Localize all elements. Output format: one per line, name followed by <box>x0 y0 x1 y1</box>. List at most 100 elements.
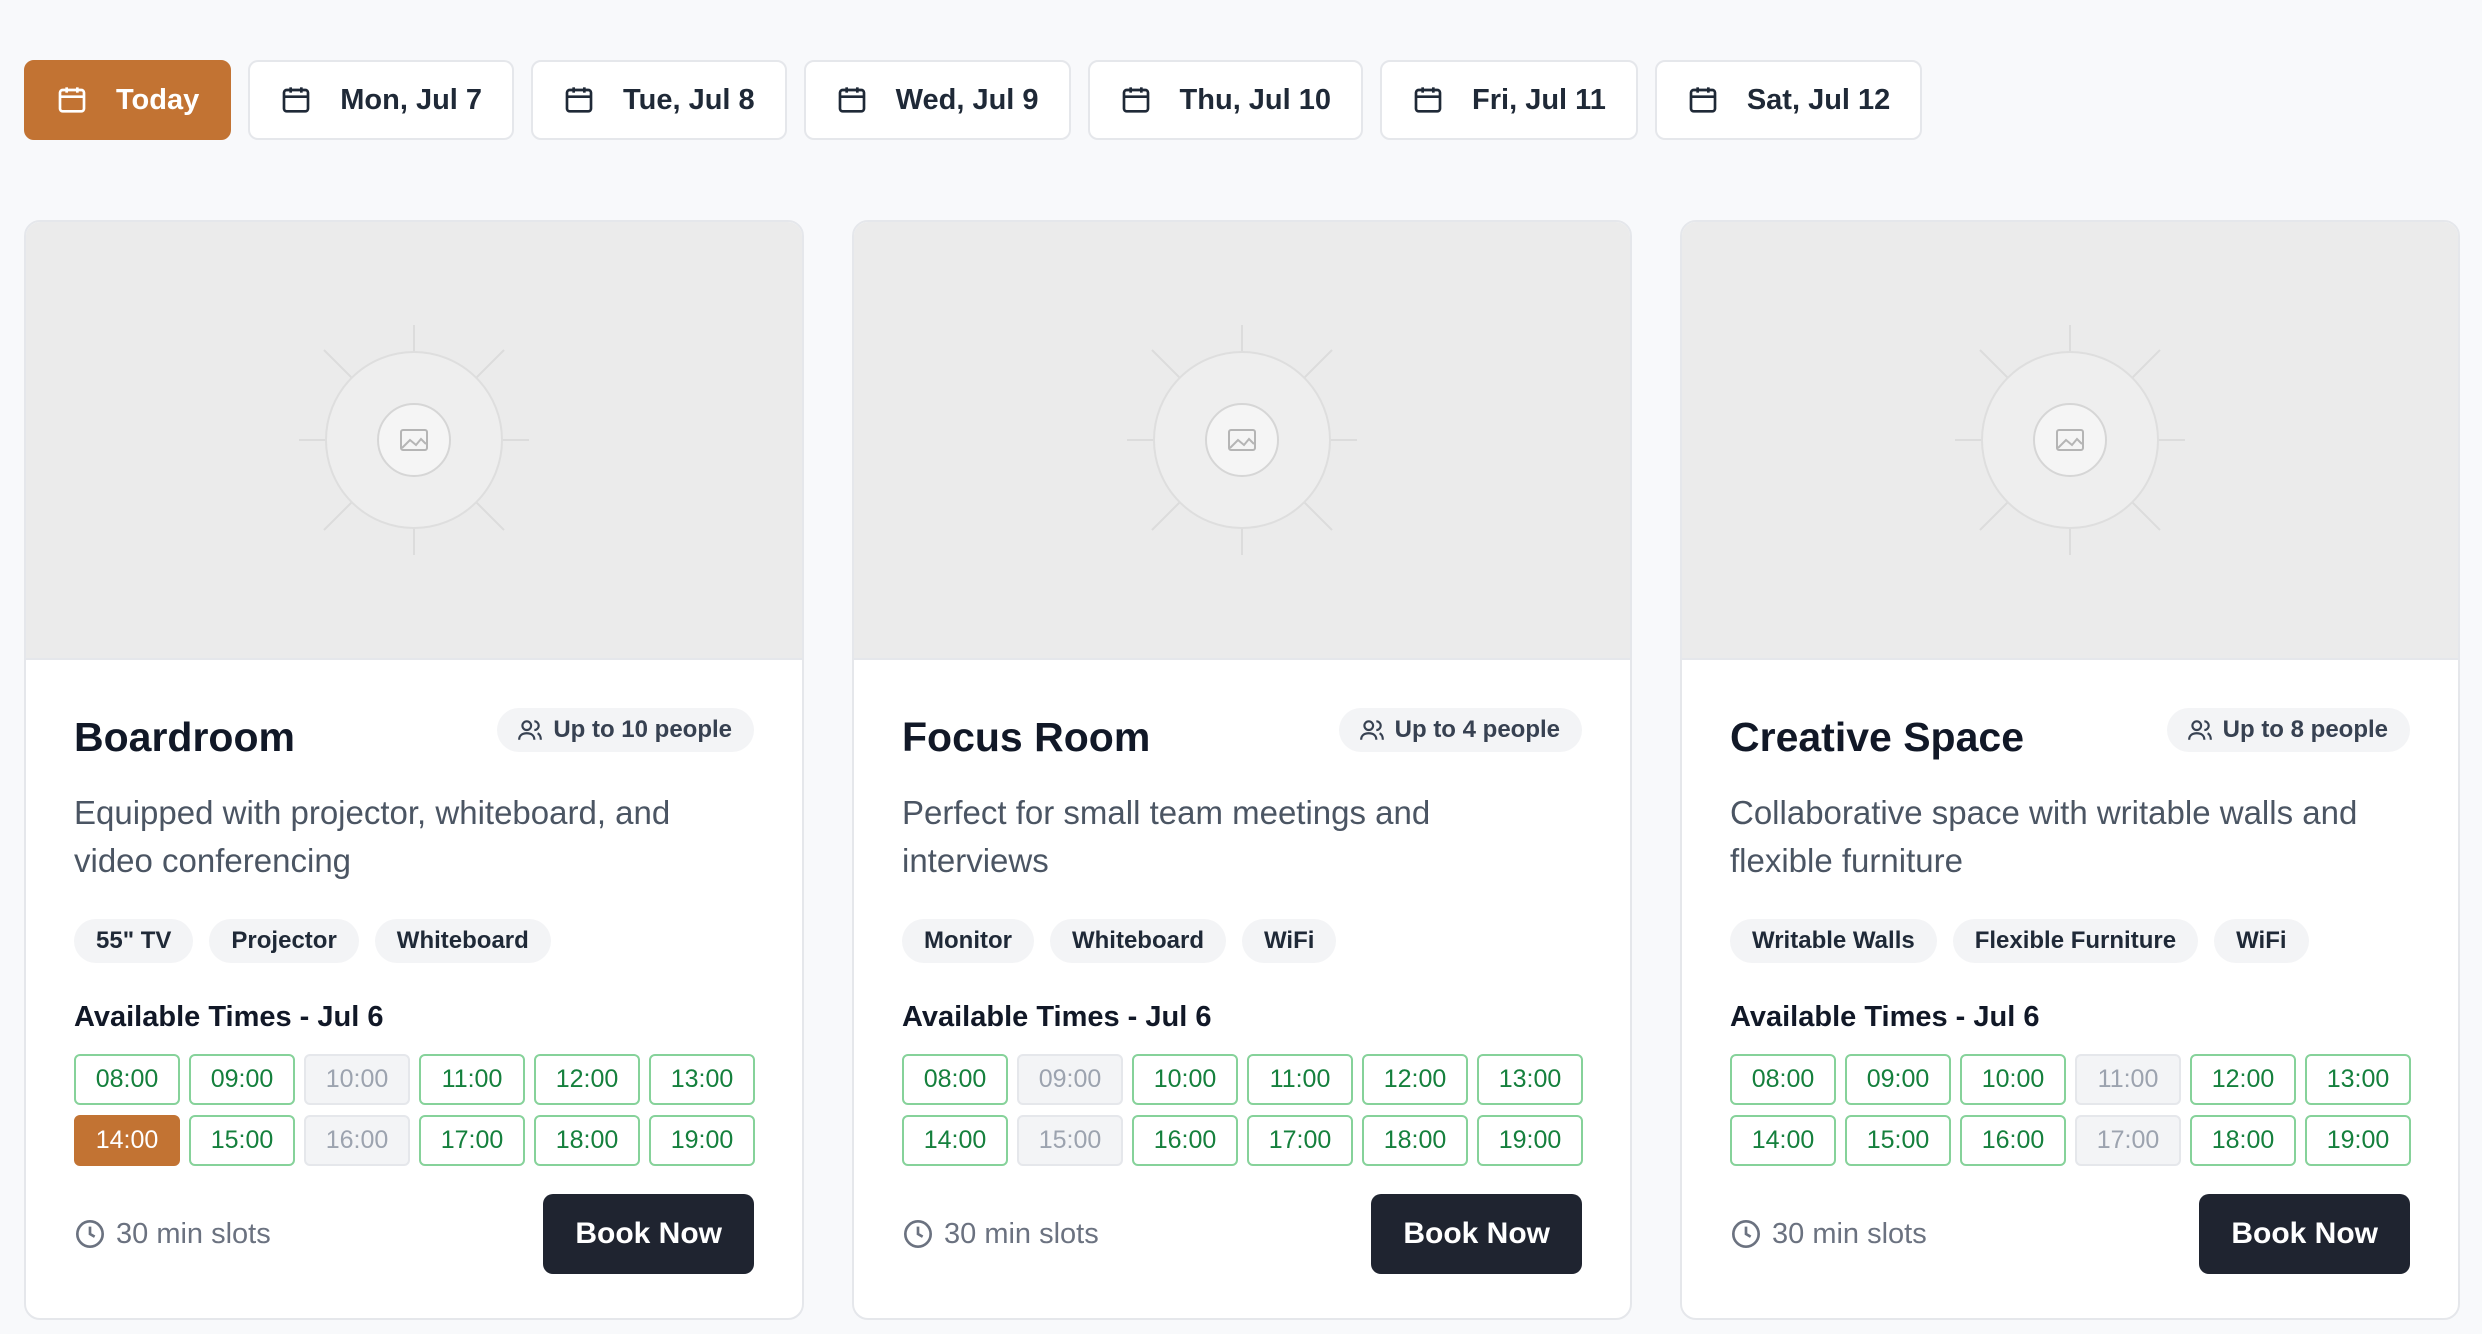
time-slot-grid: 08:00 09:00 10:00 11:00 12:00 13:00 14:00 15:00… <box>902 1054 1583 1166</box>
room-list: Boardroom Up to 10 people Equipped with … <box>24 220 2460 1320</box>
time-slot-1500[interactable]: 15:00 <box>1845 1115 1951 1166</box>
calendar-icon <box>1122 87 1149 113</box>
date-tab-label: Mon, Jul 7 <box>340 83 483 116</box>
time-slot-1900[interactable]: 19:00 <box>2305 1115 2411 1166</box>
time-slot-1200[interactable]: 12:00 <box>1362 1054 1468 1105</box>
time-slot-1000[interactable]: 10:00 <box>1132 1054 1238 1105</box>
amenity-list: Monitor Whiteboard WiFi <box>902 919 1582 963</box>
amenity-tag: WiFi <box>1241 919 1337 963</box>
capacity-text: Up to 4 people <box>1394 716 1560 743</box>
time-slot-0900[interactable]: 09:00 <box>189 1054 295 1105</box>
time-slot-0800[interactable]: 08:00 <box>74 1054 180 1105</box>
calendar-icon <box>1689 87 1717 113</box>
clock-icon <box>76 1220 104 1248</box>
date-tab-mon-jul-7[interactable]: Mon, Jul 7 <box>248 60 515 140</box>
time-slot-1100[interactable]: 11:00 <box>1247 1054 1353 1105</box>
amenity-tag: 55" TV <box>74 919 194 963</box>
time-slot-1000[interactable]: 10:00 <box>1960 1054 2066 1105</box>
date-tab-fri-jul-11[interactable]: Fri, Jul 11 <box>1380 60 1638 140</box>
time-slot-1700[interactable]: 17:00 <box>419 1115 525 1166</box>
amenity-list: Writable Walls Flexible Furniture WiFi <box>1730 919 2410 963</box>
time-slot-1400[interactable]: 14:00 <box>74 1115 180 1166</box>
time-slot-0800[interactable]: 08:00 <box>902 1054 1008 1105</box>
time-slot-grid: 08:00 09:00 10:00 11:00 12:00 13:00 14:00 15:00… <box>74 1054 755 1166</box>
date-tab-label: Tue, Jul 8 <box>623 83 755 116</box>
available-times-heading: Available Times - Jul 6 <box>74 1001 384 1033</box>
amenity-tag: WiFi <box>2214 919 2309 963</box>
date-tab-wed-jul-9[interactable]: Wed, Jul 9 <box>803 60 1071 140</box>
time-slot-1100: 11:00 <box>2075 1054 2181 1105</box>
calendar-icon <box>58 87 86 113</box>
book-now-button[interactable]: Book Now <box>2199 1194 2410 1274</box>
time-slot-1400[interactable]: 14:00 <box>1730 1115 1836 1166</box>
calendar-icon <box>565 87 593 113</box>
time-slot-1800[interactable]: 18:00 <box>2190 1115 2296 1166</box>
capacity-text: Up to 8 people <box>2222 716 2388 743</box>
date-tab-thu-jul-10[interactable]: Thu, Jul 10 <box>1087 60 1364 140</box>
room-card: Creative Space Up to 8 people Collaborat… <box>1680 220 2460 1320</box>
time-slot-1400[interactable]: 14:00 <box>902 1115 1008 1166</box>
users-icon <box>2187 720 2212 740</box>
room-name: Focus Room <box>902 714 1151 760</box>
clock-icon <box>904 1220 932 1248</box>
date-tab-label: Sat, Jul 12 <box>1746 83 1891 116</box>
room-image-placeholder <box>1682 222 2458 660</box>
amenity-tag: Monitor <box>902 919 1034 963</box>
date-tab-label: Wed, Jul 9 <box>895 83 1039 116</box>
room-name: Creative Space <box>1730 714 2025 760</box>
slot-duration-text: 30 min slots <box>116 1217 271 1250</box>
clock-icon <box>1732 1220 1760 1248</box>
room-image-placeholder <box>854 222 1630 660</box>
users-icon <box>518 720 543 740</box>
slot-duration-text: 30 min slots <box>944 1217 1099 1250</box>
room-card: Boardroom Up to 10 people Equipped with … <box>24 220 804 1320</box>
time-slot-1600[interactable]: 16:00 <box>1132 1115 1238 1166</box>
calendar-icon <box>1414 87 1442 113</box>
date-tab-tue-jul-8[interactable]: Tue, Jul 8 <box>531 60 787 140</box>
date-tab-label: Fri, Jul 11 <box>1472 83 1606 116</box>
calendar-icon <box>838 87 865 113</box>
book-now-button[interactable]: Book Now <box>543 1194 754 1274</box>
time-slot-1500[interactable]: 15:00 <box>189 1115 295 1166</box>
time-slot-1200[interactable]: 12:00 <box>2190 1054 2296 1105</box>
time-slot-1800[interactable]: 18:00 <box>534 1115 640 1166</box>
time-slot-1600: 16:00 <box>304 1115 410 1166</box>
capacity-badge: Up to 8 people <box>2166 708 2410 752</box>
time-slot-0900[interactable]: 09:00 <box>1845 1054 1951 1105</box>
image-placeholder-icon <box>1127 325 1357 555</box>
time-slot-1200[interactable]: 12:00 <box>534 1054 640 1105</box>
time-slot-1500: 15:00 <box>1017 1115 1123 1166</box>
time-slot-1300[interactable]: 13:00 <box>649 1054 755 1105</box>
date-tab-sat-jul-12[interactable]: Sat, Jul 12 <box>1654 60 1923 140</box>
room-image-placeholder <box>26 222 802 660</box>
image-placeholder-icon <box>299 325 529 555</box>
date-tab-label: Thu, Jul 10 <box>1179 83 1332 116</box>
room-card: Focus Room Up to 4 people Perfect for sm… <box>852 220 1632 1320</box>
time-slot-1300[interactable]: 13:00 <box>1477 1054 1583 1105</box>
amenity-tag: Whiteboard <box>1049 919 1226 963</box>
calendar-icon <box>282 87 310 113</box>
available-times-heading: Available Times - Jul 6 <box>902 1001 1212 1033</box>
capacity-text: Up to 10 people <box>553 716 732 743</box>
date-tab-today[interactable]: Today <box>24 60 232 140</box>
time-slot-grid: 08:00 09:00 10:00 11:00 12:00 13:00 14:00 15:00… <box>1730 1054 2411 1166</box>
amenity-list: 55" TV Projector Whiteboard <box>74 919 754 963</box>
image-placeholder-icon <box>1955 325 2185 555</box>
time-slot-0800[interactable]: 08:00 <box>1730 1054 1836 1105</box>
room-description: Equipped with projector, whiteboard, and… <box>74 794 671 879</box>
time-slot-1800[interactable]: 18:00 <box>1362 1115 1468 1166</box>
amenity-tag: Whiteboard <box>374 919 551 963</box>
slot-duration-text: 30 min slots <box>1772 1217 1927 1250</box>
time-slot-1600[interactable]: 16:00 <box>1960 1115 2066 1166</box>
time-slot-1000: 10:00 <box>304 1054 410 1105</box>
time-slot-1300[interactable]: 13:00 <box>2305 1054 2411 1105</box>
room-name: Boardroom <box>74 714 295 760</box>
time-slot-1900[interactable]: 19:00 <box>649 1115 755 1166</box>
date-tab-label: Today <box>116 83 200 116</box>
time-slot-1100[interactable]: 11:00 <box>419 1054 525 1105</box>
amenity-tag: Flexible Furniture <box>1952 919 2199 963</box>
book-now-button[interactable]: Book Now <box>1371 1194 1582 1274</box>
time-slot-1700[interactable]: 17:00 <box>1247 1115 1353 1166</box>
time-slot-1900[interactable]: 19:00 <box>1477 1115 1583 1166</box>
slot-duration: 30 min slots <box>74 1218 271 1251</box>
